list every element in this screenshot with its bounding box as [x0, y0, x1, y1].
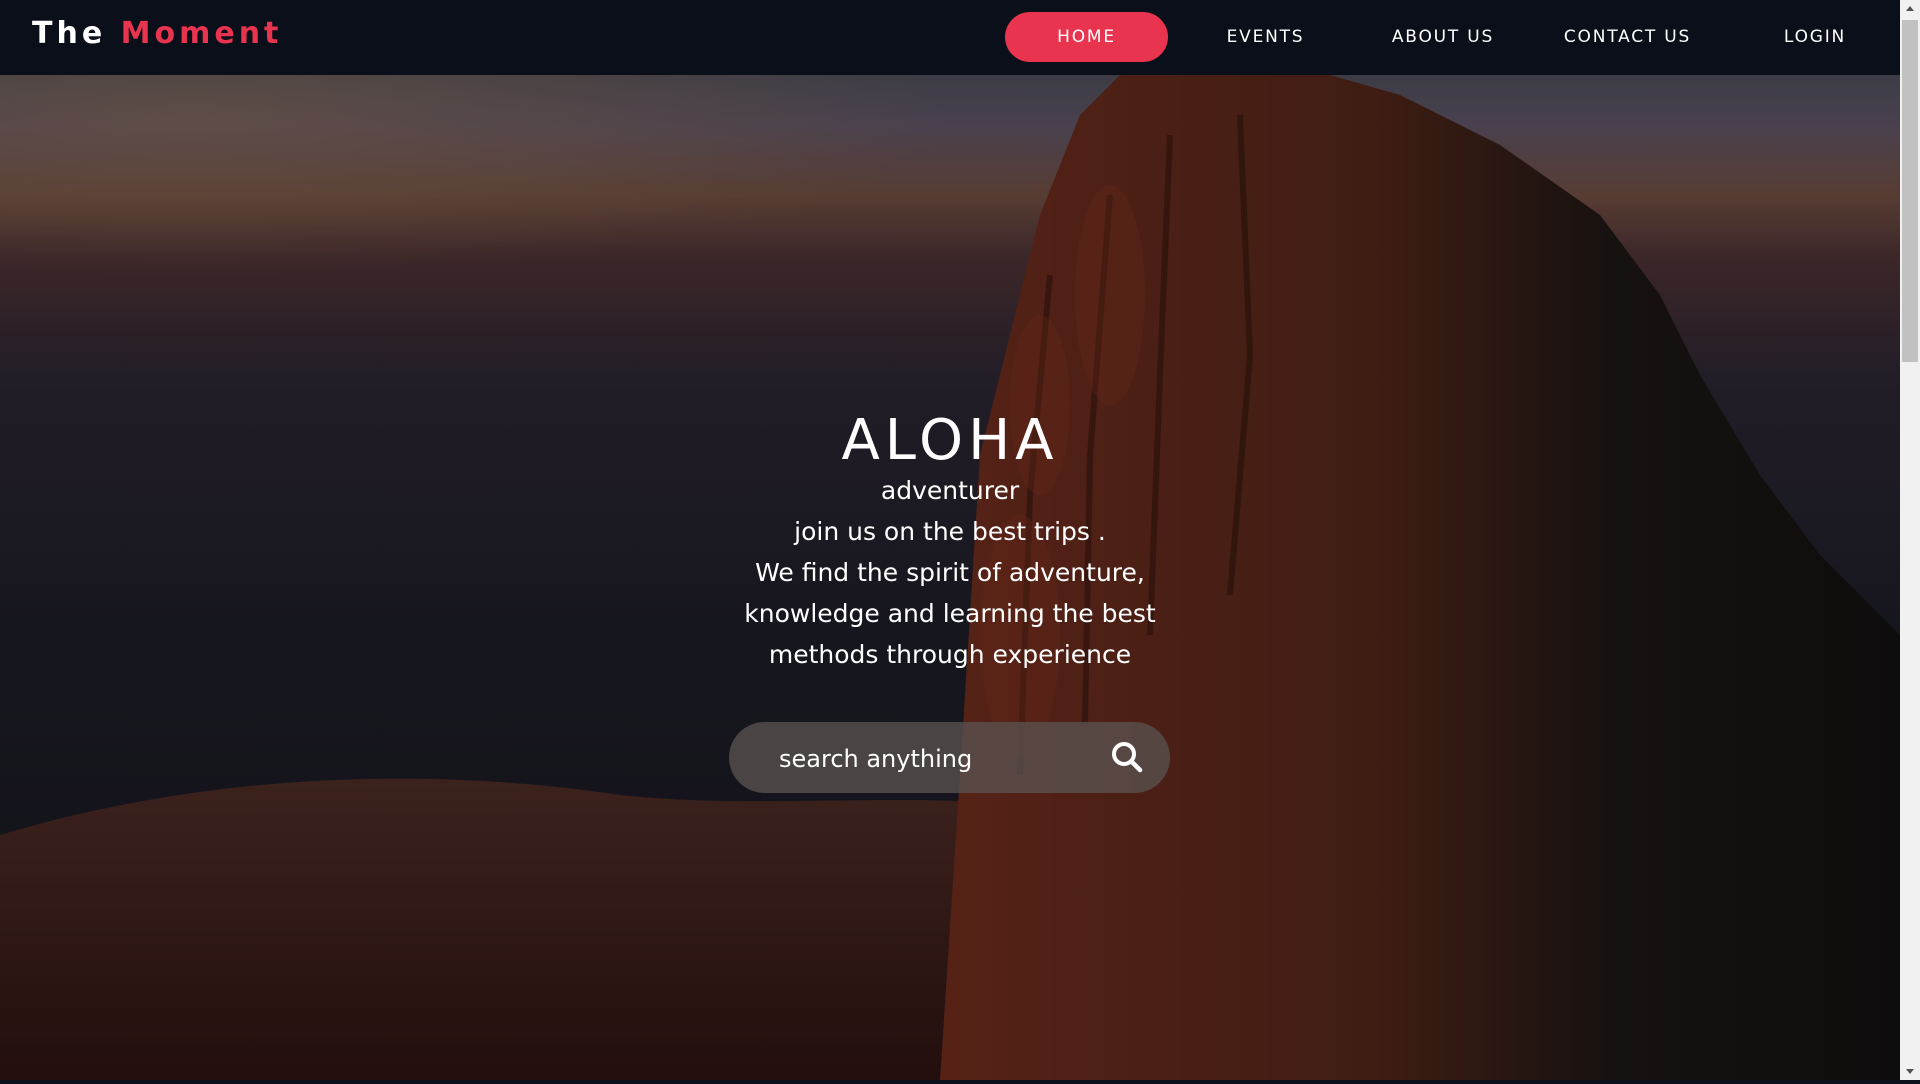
vertical-scrollbar[interactable] [1900, 0, 1920, 1080]
search-input[interactable] [777, 736, 1081, 781]
nav-contact-us[interactable]: CONTACT US [1540, 12, 1715, 62]
page: The Moment HOME EVENTS ABOUT US CONTACT … [0, 0, 1900, 1080]
hero-tagline-line-2: join us on the best trips . [794, 517, 1106, 546]
site-logo[interactable]: The Moment [32, 16, 282, 51]
nav-home[interactable]: HOME [1005, 12, 1168, 62]
hero-tagline-line-5: methods through experience [768, 640, 1132, 669]
logo-text-moment: Moment [120, 16, 283, 51]
nav-login[interactable]: LOGIN [1740, 12, 1890, 62]
search-bar [729, 722, 1170, 793]
hero-section: ALOHA adventurer join us on the best tri… [0, 75, 1900, 1080]
scroll-down-arrow-icon[interactable] [1900, 1063, 1920, 1080]
nav-events[interactable]: EVENTS [1193, 12, 1338, 62]
logo-text-the: The [32, 16, 107, 51]
hero-tagline-line-3: We find the spirit of adventure, [755, 558, 1145, 587]
navbar: The Moment HOME EVENTS ABOUT US CONTACT … [0, 0, 1900, 75]
hero-tagline: adventurer join us on the best trips . W… [0, 470, 1900, 675]
scroll-up-arrow-icon[interactable] [1900, 0, 1920, 17]
search-button[interactable] [1108, 738, 1148, 778]
hero-tagline-line-4: knowledge and learning the best [744, 599, 1156, 628]
hero-title: ALOHA [841, 407, 1059, 473]
search-icon [1112, 742, 1143, 773]
hero-tagline-line-1: adventurer [880, 476, 1020, 505]
scrollbar-thumb[interactable] [1902, 20, 1918, 362]
nav-about-us[interactable]: ABOUT US [1368, 12, 1518, 62]
